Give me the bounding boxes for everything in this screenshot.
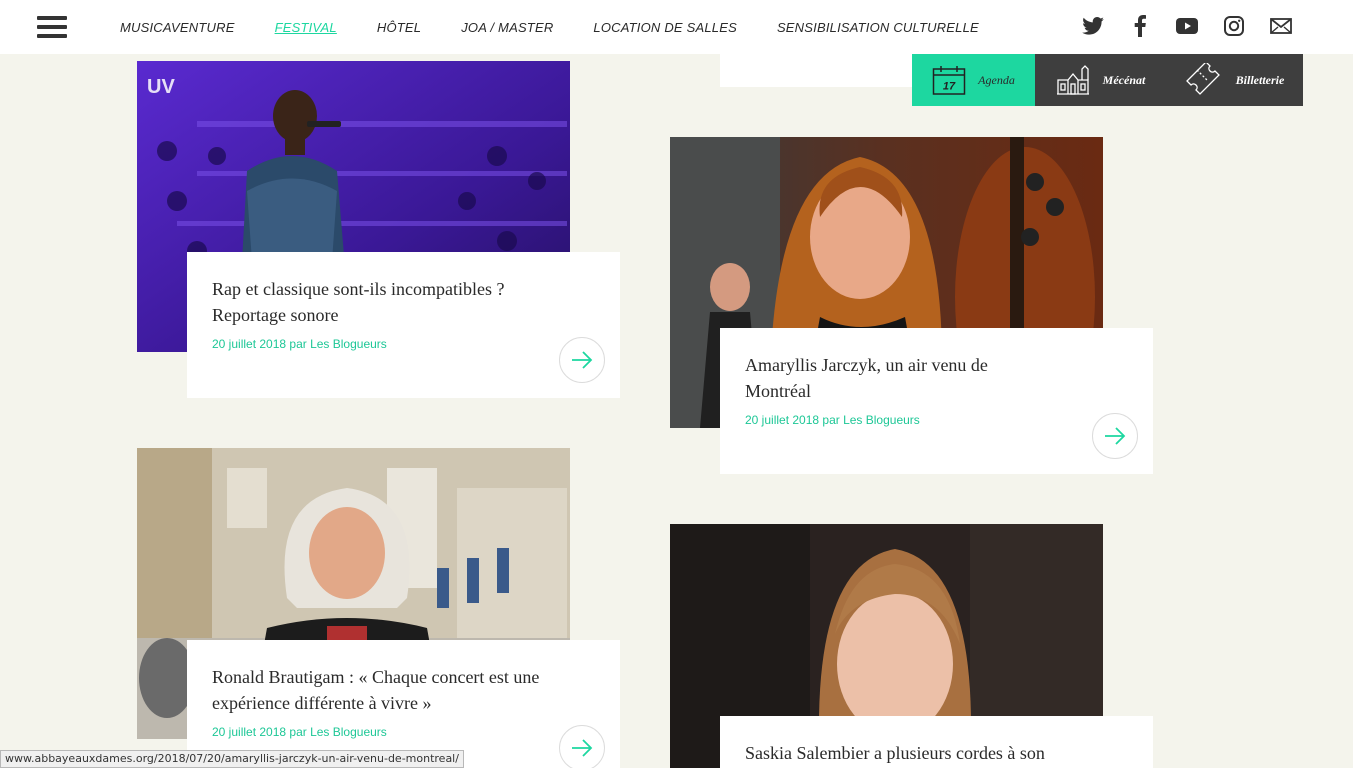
read-more-arrow-button[interactable] — [1092, 413, 1138, 459]
article-meta: 20 juillet 2018 par Les Blogueurs — [212, 337, 387, 351]
nav-item-sensibilisation-culturelle[interactable]: SENSIBILISATION CULTURELLE — [777, 20, 979, 35]
nav-item-joa-master[interactable]: JOA / MASTER — [461, 20, 553, 35]
menu-icon[interactable] — [37, 16, 67, 38]
twitter-icon[interactable] — [1081, 14, 1105, 38]
facebook-icon[interactable] — [1128, 14, 1152, 38]
main-nav: MUSICAVENTURE FESTIVAL HÔTEL JOA / MASTE… — [120, 0, 1019, 54]
nav-item-musicaventure[interactable]: MUSICAVENTURE — [120, 20, 235, 35]
agenda-label: Agenda — [978, 72, 1015, 87]
social-links — [1058, 14, 1293, 38]
read-more-arrow-button[interactable] — [559, 337, 605, 383]
arrow-right-icon — [572, 739, 593, 757]
nav-item-festival[interactable]: FESTIVAL — [275, 20, 337, 35]
arrow-right-icon — [572, 351, 593, 369]
article-meta: 20 juillet 2018 par Les Blogueurs — [745, 413, 920, 427]
article-title[interactable]: Ronald Brautigam : « Chaque concert est … — [212, 664, 552, 716]
ticket-icon — [1184, 63, 1224, 97]
mecenat-label: Mécénat — [1102, 72, 1146, 87]
nav-item-hotel[interactable]: HÔTEL — [377, 20, 421, 35]
action-tabs: 17 Agenda Mécénat Billetterie — [912, 54, 1303, 106]
building-icon — [1055, 64, 1091, 96]
article-title[interactable]: Amaryllis Jarczyk, un air venu de Montré… — [745, 352, 1045, 404]
calendar-day: 17 — [943, 81, 956, 93]
arrow-right-icon — [1105, 427, 1126, 445]
agenda-tab[interactable]: 17 Agenda — [912, 54, 1035, 106]
youtube-icon[interactable] — [1175, 14, 1199, 38]
article-title[interactable]: Rap et classique sont-ils incompatibles … — [212, 276, 552, 328]
mecenat-tab[interactable]: Mécénat — [1035, 54, 1165, 106]
previous-article-card — [720, 54, 912, 87]
calendar-icon: 17 — [932, 65, 966, 95]
top-navigation-bar: MUSICAVENTURE FESTIVAL HÔTEL JOA / MASTE… — [0, 0, 1353, 54]
mail-icon[interactable] — [1269, 14, 1293, 38]
article-title[interactable]: Saskia Salembier a plusieurs cordes à so… — [745, 740, 1125, 766]
article-card[interactable]: Saskia Salembier a plusieurs cordes à so… — [720, 716, 1153, 768]
article-card[interactable]: Rap et classique sont-ils incompatibles … — [187, 252, 620, 398]
billetterie-tab[interactable]: Billetterie — [1165, 54, 1303, 106]
stage-logo-text: UV — [147, 76, 175, 98]
article-card[interactable]: Amaryllis Jarczyk, un air venu de Montré… — [720, 328, 1153, 474]
billetterie-label: Billetterie — [1235, 72, 1285, 87]
nav-item-location-de-salles[interactable]: LOCATION DE SALLES — [593, 20, 737, 35]
instagram-icon[interactable] — [1222, 14, 1246, 38]
read-more-arrow-button[interactable] — [559, 725, 605, 768]
article-meta: 20 juillet 2018 par Les Blogueurs — [212, 725, 387, 739]
article-card[interactable]: Ronald Brautigam : « Chaque concert est … — [187, 640, 620, 768]
browser-status-url: www.abbayeauxdames.org/2018/07/20/amaryl… — [0, 750, 464, 768]
